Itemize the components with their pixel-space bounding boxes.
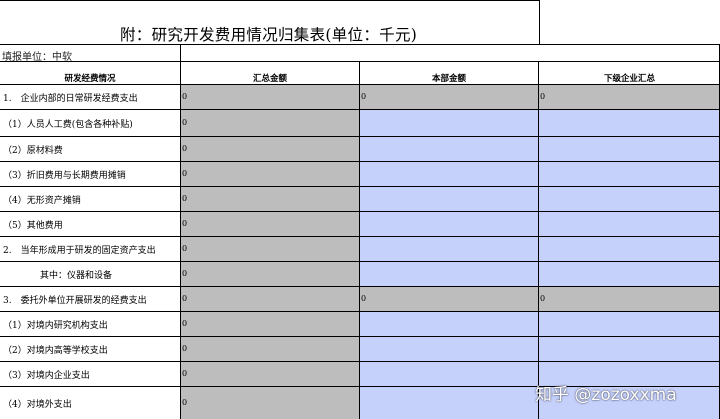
headquarters-amount-cell[interactable] [360, 212, 538, 236]
total-amount-cell[interactable] [181, 212, 359, 236]
row-label: 其中：仪器和设备 [40, 271, 113, 281]
row-divider [0, 261, 720, 262]
header-total: 汇总金额 [252, 74, 287, 84]
row-label: （1）人员人工费(包含各种补贴) [3, 120, 133, 130]
cell-value: 0 [182, 369, 188, 378]
cell-value: 0 [182, 194, 188, 203]
total-amount-cell[interactable] [181, 237, 359, 261]
headquarters-amount-cell[interactable] [360, 337, 538, 361]
headquarters-amount-cell[interactable] [360, 187, 538, 211]
total-amount-cell[interactable] [181, 110, 359, 136]
header-category: 研发经费情况 [64, 74, 116, 84]
title-right-border [539, 0, 540, 44]
headquarters-amount-cell[interactable] [360, 110, 538, 136]
row-divider [0, 361, 720, 362]
header-headquarters: 本部金额 [431, 74, 466, 84]
title-bottom-border [0, 44, 720, 45]
column-divider [538, 61, 539, 419]
cell-value: 0 [540, 294, 546, 303]
subsidiary-amount-cell[interactable] [539, 337, 720, 361]
cell-value: 0 [182, 92, 188, 101]
cell-value: 0 [540, 92, 546, 101]
subsidiary-amount-cell[interactable] [539, 110, 720, 136]
subsidiary-amount-cell[interactable] [539, 137, 720, 161]
total-amount-cell[interactable] [181, 312, 359, 336]
subsidiary-amount-cell[interactable] [539, 237, 720, 261]
headquarters-amount-cell[interactable] [360, 85, 538, 109]
spreadsheet: 附：研究开发费用情况归集表(单位：千元) 填报单位：中软 研发经费情况 汇总金额… [0, 0, 720, 419]
headquarters-amount-cell[interactable] [360, 137, 538, 161]
row-label: （3）折旧费用与长期费用摊销 [3, 171, 126, 181]
cell-value: 0 [182, 169, 188, 178]
subsidiary-amount-cell[interactable] [539, 262, 720, 286]
row-divider [0, 236, 720, 237]
subsidiary-amount-cell[interactable] [539, 187, 720, 211]
top-border [0, 0, 540, 1]
total-amount-cell[interactable] [181, 287, 359, 311]
row-label: （5）其他费用 [3, 221, 63, 231]
cell-value: 0 [182, 144, 188, 153]
total-amount-cell[interactable] [181, 137, 359, 161]
row-label: （1）对境内研究机构支出 [3, 321, 108, 331]
total-amount-cell[interactable] [181, 85, 359, 109]
header-subsidiaries: 下级企业汇总 [603, 74, 655, 84]
row-divider [0, 211, 720, 212]
subsidiary-amount-cell[interactable] [539, 162, 720, 186]
headquarters-amount-cell[interactable] [360, 312, 538, 336]
total-amount-cell[interactable] [181, 337, 359, 361]
headquarters-amount-cell[interactable] [360, 287, 538, 311]
row-label: （3）对境内企业支出 [3, 371, 90, 381]
row-label: （2）原材料费 [3, 146, 63, 156]
cell-value: 0 [182, 118, 188, 127]
cell-value: 0 [182, 244, 188, 253]
row-label: 3. 委托外单位开展研发的经费支出 [3, 296, 147, 306]
cell-value: 0 [182, 269, 188, 278]
row-label: 1. 企业内部的日常研发经费支出 [3, 94, 138, 104]
headquarters-amount-cell[interactable] [360, 162, 538, 186]
headquarters-amount-cell[interactable] [360, 362, 538, 386]
column-divider [359, 61, 360, 419]
cell-value: 0 [182, 344, 188, 353]
total-amount-cell[interactable] [181, 187, 359, 211]
headquarters-amount-cell[interactable] [360, 262, 538, 286]
header-bottom-border [0, 84, 720, 85]
row-divider [0, 336, 720, 337]
subsidiary-amount-cell[interactable] [539, 85, 720, 109]
watermark: 知乎 @zozoxxma [535, 385, 677, 405]
subsidiary-amount-cell[interactable] [539, 212, 720, 236]
total-amount-cell[interactable] [181, 162, 359, 186]
row-divider [0, 286, 720, 287]
total-amount-cell[interactable] [181, 362, 359, 386]
cell-value: 0 [182, 398, 188, 407]
row-label: （4）对境外支出 [3, 400, 72, 410]
row-divider [0, 136, 720, 137]
row-label: 2. 当年形成用于研发的固定资产支出 [3, 246, 156, 256]
cell-value: 0 [361, 92, 367, 101]
row-label: （2）对境内高等学校支出 [3, 346, 108, 356]
row-divider [0, 311, 720, 312]
cell-value: 0 [182, 294, 188, 303]
subsidiary-amount-cell[interactable] [539, 312, 720, 336]
headquarters-amount-cell[interactable] [360, 387, 538, 419]
unit-row-bottom-border [0, 61, 720, 62]
row-divider [0, 109, 720, 110]
sheet-title: 附：研究开发费用情况归集表(单位：千元) [120, 26, 418, 44]
row-label: （4）无形资产摊销 [3, 196, 81, 206]
cell-value: 0 [182, 319, 188, 328]
headquarters-amount-cell[interactable] [360, 237, 538, 261]
total-amount-cell[interactable] [181, 262, 359, 286]
row-divider [0, 161, 720, 162]
column-divider [180, 44, 181, 419]
row-divider [0, 186, 720, 187]
subsidiary-amount-cell[interactable] [539, 287, 720, 311]
cell-value: 0 [182, 219, 188, 228]
total-amount-cell[interactable] [181, 387, 359, 419]
cell-value: 0 [361, 294, 367, 303]
